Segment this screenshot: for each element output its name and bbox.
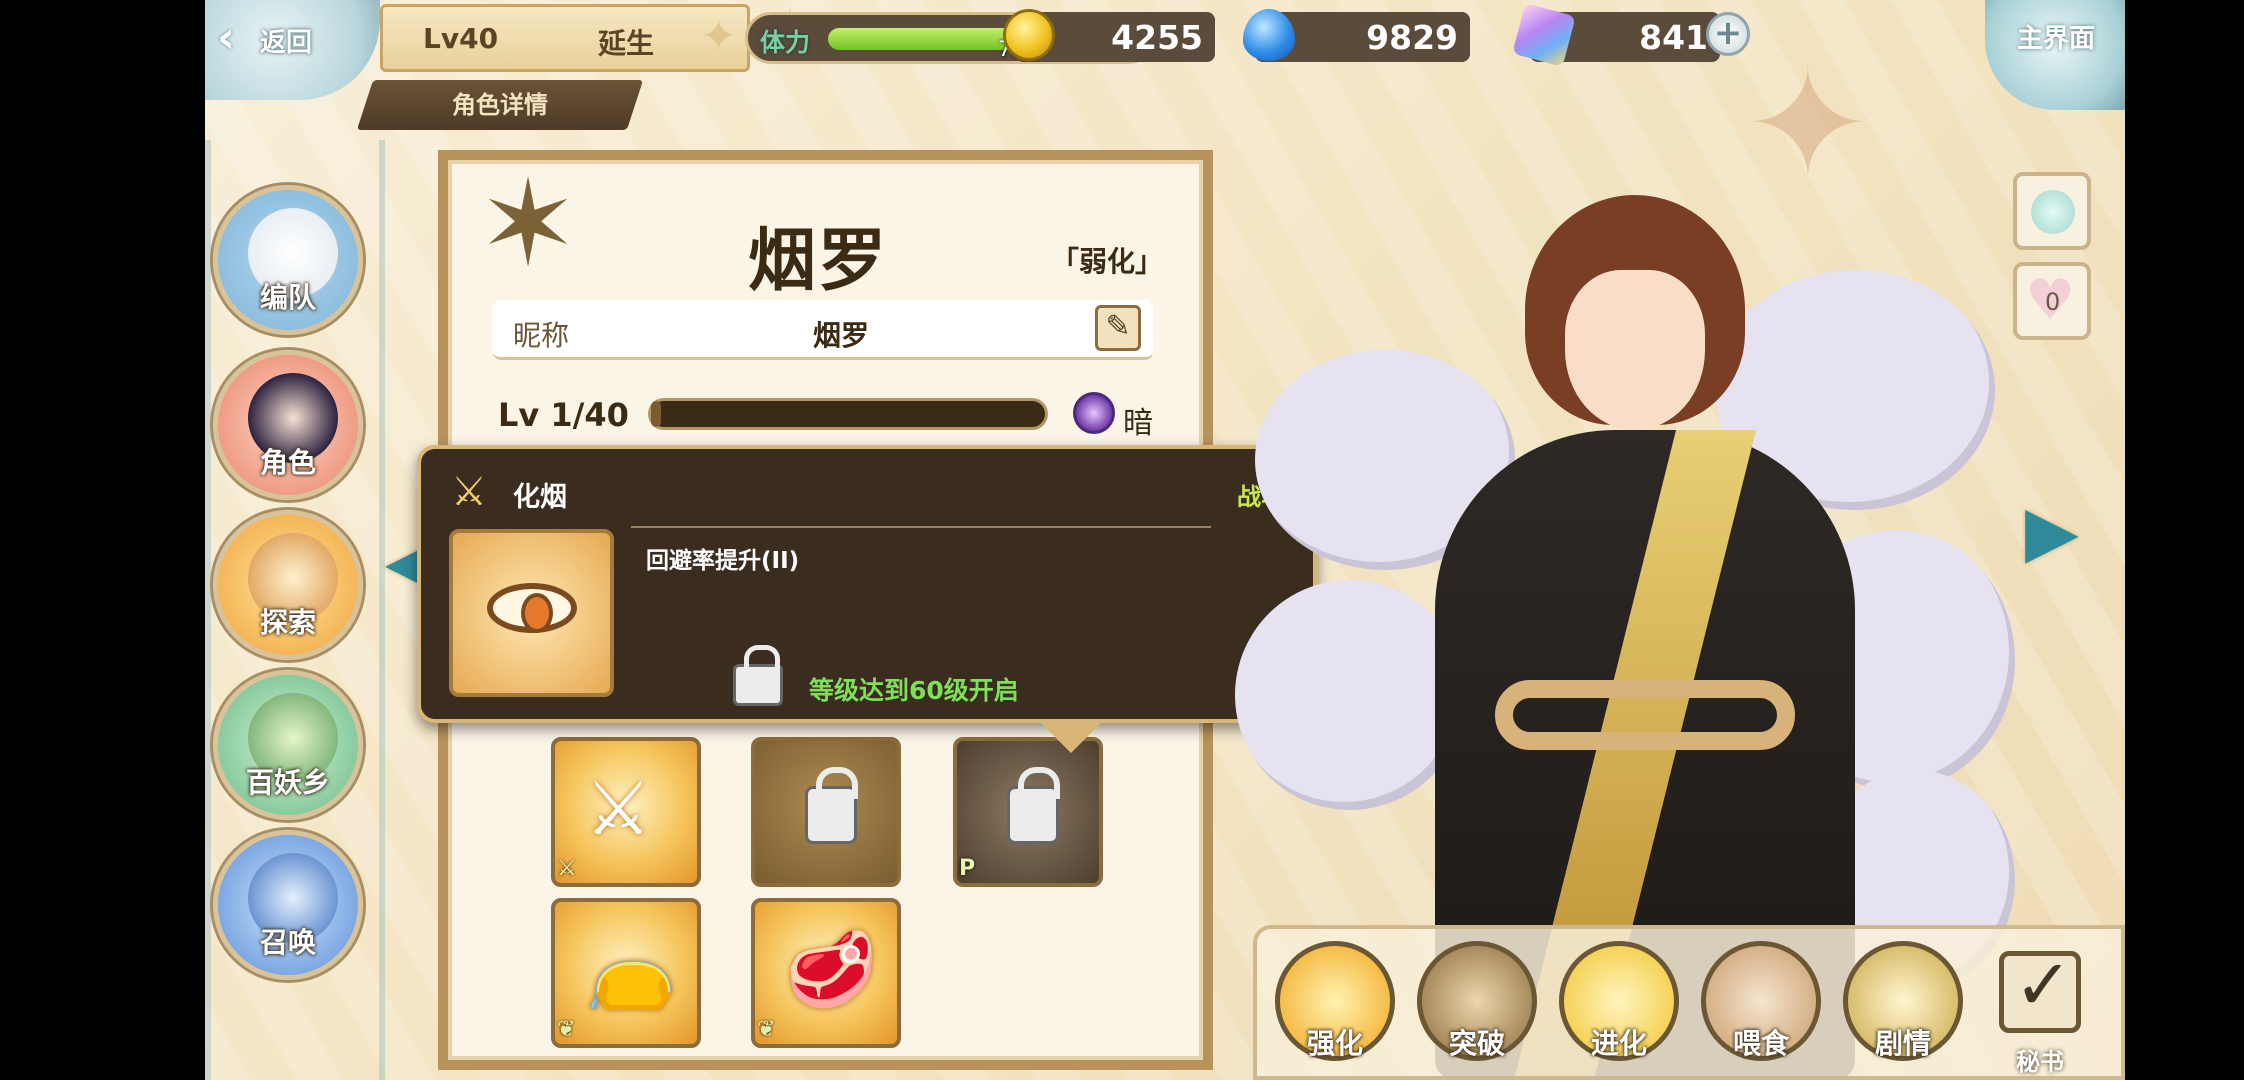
leaf-tag-icon: ❦ bbox=[757, 1017, 776, 1042]
character-level-row: Lv 1/40 暗 bbox=[498, 390, 1158, 441]
skill-name: 化烟 bbox=[513, 482, 567, 513]
skill-tag-icon: ⚔ bbox=[557, 856, 577, 881]
player-name: 延生 bbox=[598, 27, 655, 60]
feed-button[interactable]: 喂食 bbox=[1701, 941, 1821, 1061]
player-level-plate: Lv40 延生 ✦ bbox=[380, 4, 750, 72]
sidebar-item-character[interactable]: 角色 bbox=[213, 350, 363, 500]
rope-bow bbox=[1495, 680, 1795, 750]
character-name: 烟罗 bbox=[748, 221, 889, 301]
coin-counter: 4255 bbox=[1003, 9, 1215, 62]
coin-icon bbox=[1003, 9, 1055, 61]
star-icon: ✦ bbox=[700, 11, 737, 62]
meat-icon: 🥩 bbox=[785, 927, 878, 1013]
sidebar-item-label: 召唤 bbox=[259, 926, 316, 959]
passive-tag-icon: P bbox=[959, 856, 976, 881]
character-status: 「弱化」 bbox=[1050, 245, 1163, 278]
lock-icon bbox=[733, 645, 783, 706]
water-value: 9829 bbox=[1366, 18, 1458, 57]
evolve-button[interactable]: 进化 bbox=[1559, 941, 1679, 1061]
eye-icon bbox=[487, 583, 577, 633]
sidebar-item-summon[interactable]: 召唤 bbox=[213, 830, 363, 980]
sidebar-item-label: 百妖乡 bbox=[245, 766, 330, 799]
action-label: 进化 bbox=[1590, 1027, 1647, 1060]
skill-slot-selected-locked[interactable]: P bbox=[953, 737, 1103, 887]
action-label: 突破 bbox=[1448, 1027, 1505, 1060]
home-label: 主界面 bbox=[2017, 24, 2096, 54]
back-label: 返回 bbox=[260, 28, 313, 58]
mood-button[interactable] bbox=[2013, 172, 2091, 250]
next-character-arrow-icon[interactable]: ▶ bbox=[2025, 490, 2079, 572]
rarity-star-icon: ✶ bbox=[477, 155, 579, 294]
action-label: 喂食 bbox=[1732, 1027, 1789, 1060]
unlock-condition: 等级达到60级开启 bbox=[809, 676, 1019, 705]
nickname-value: 烟罗 bbox=[813, 319, 870, 352]
sidebar-item-label: 角色 bbox=[259, 446, 316, 479]
secretary-label: 秘书 bbox=[2016, 1048, 2064, 1076]
gem-icon bbox=[1512, 3, 1576, 67]
nickname-row: 昵称 烟罗 ✎ bbox=[493, 300, 1153, 360]
story-button[interactable]: 剧情 bbox=[1843, 941, 1963, 1061]
nickname-label: 昵称 bbox=[513, 319, 570, 352]
bag-icon: 👝 bbox=[585, 927, 678, 1013]
sidebar-item-label: 编队 bbox=[259, 281, 316, 314]
gem-counter: 841 + bbox=[1512, 3, 1750, 67]
add-gem-button[interactable]: + bbox=[1706, 12, 1750, 56]
character-level: Lv 1/40 bbox=[498, 396, 629, 434]
coin-value: 4255 bbox=[1111, 18, 1203, 57]
sidebar-item-village[interactable]: 百妖乡 bbox=[213, 670, 363, 820]
game-screen: ✦ ✦ ‹ 返回 Lv40 延生 ✦ 角色详情 体力 79/79 + 4255 bbox=[205, 0, 2125, 1080]
sidebar-item-label: 探索 bbox=[259, 606, 316, 639]
action-bar: 强化 突破 进化 喂食 剧情 ✓ 秘书 bbox=[1253, 925, 2125, 1080]
secretary-checkbox[interactable]: ✓ 秘书 bbox=[1999, 944, 2081, 1076]
top-bar: ‹ 返回 Lv40 延生 ✦ 角色详情 体力 79/79 + 4255 9829 bbox=[205, 0, 2125, 130]
skill-slot-locked[interactable] bbox=[751, 737, 901, 887]
character-detail-label: 角色详情 bbox=[452, 91, 548, 119]
sword-icon: ⚔ bbox=[585, 766, 652, 852]
water-drop-icon bbox=[1243, 9, 1295, 61]
leaf-tag-icon: ❦ bbox=[557, 1017, 576, 1042]
exp-bar bbox=[648, 398, 1048, 430]
breakthrough-button[interactable]: 突破 bbox=[1417, 941, 1537, 1061]
skill-eye-icon bbox=[449, 529, 614, 697]
action-label: 剧情 bbox=[1874, 1027, 1931, 1060]
face bbox=[1565, 270, 1705, 430]
player-level: Lv40 bbox=[423, 22, 499, 55]
dark-attribute-icon bbox=[1073, 392, 1115, 434]
water-counter: 9829 bbox=[1243, 9, 1470, 62]
back-arrow-icon: ‹ bbox=[217, 12, 236, 63]
checkmark-icon: ✓ bbox=[2014, 944, 2073, 1026]
lock-icon bbox=[1007, 767, 1060, 844]
action-label: 强化 bbox=[1306, 1027, 1363, 1060]
character-detail-tab[interactable]: 角色详情 bbox=[356, 80, 644, 130]
sidebar-item-team[interactable]: 编队 bbox=[213, 185, 363, 335]
edit-nickname-icon[interactable]: ✎ bbox=[1095, 305, 1141, 351]
skill-tooltip: ⚔ 化烟 战斗 回避率提升(II) 等级达到60级开启 bbox=[417, 445, 1317, 753]
skill-description: 回避率提升(II) bbox=[646, 548, 800, 574]
stamina-label: 体力 bbox=[760, 28, 811, 57]
skill-slot-sword[interactable]: ⚔ ⚔ bbox=[551, 737, 701, 887]
lock-icon bbox=[805, 767, 858, 844]
skill-slot-bag[interactable]: 👝 ❦ bbox=[551, 898, 701, 1048]
left-sidebar: 编队 角色 探索 百妖乡 召唤 bbox=[205, 140, 385, 1080]
skill-slot-meat[interactable]: 🥩 ❦ bbox=[751, 898, 901, 1048]
enhance-button[interactable]: 强化 bbox=[1275, 941, 1395, 1061]
sleepy-face-icon bbox=[2031, 190, 2075, 234]
attribute-label: 暗 bbox=[1123, 406, 1153, 441]
crossed-swords-icon: ⚔ bbox=[451, 469, 487, 515]
sidebar-item-explore[interactable]: 探索 bbox=[213, 510, 363, 660]
affection-button[interactable]: ♥ 0 bbox=[2013, 262, 2091, 340]
smoke-cloud bbox=[1235, 580, 1465, 810]
gem-value: 841 bbox=[1639, 18, 1708, 57]
affection-count: 0 bbox=[2045, 288, 2061, 316]
divider bbox=[631, 526, 1211, 528]
exp-fill bbox=[651, 401, 661, 427]
